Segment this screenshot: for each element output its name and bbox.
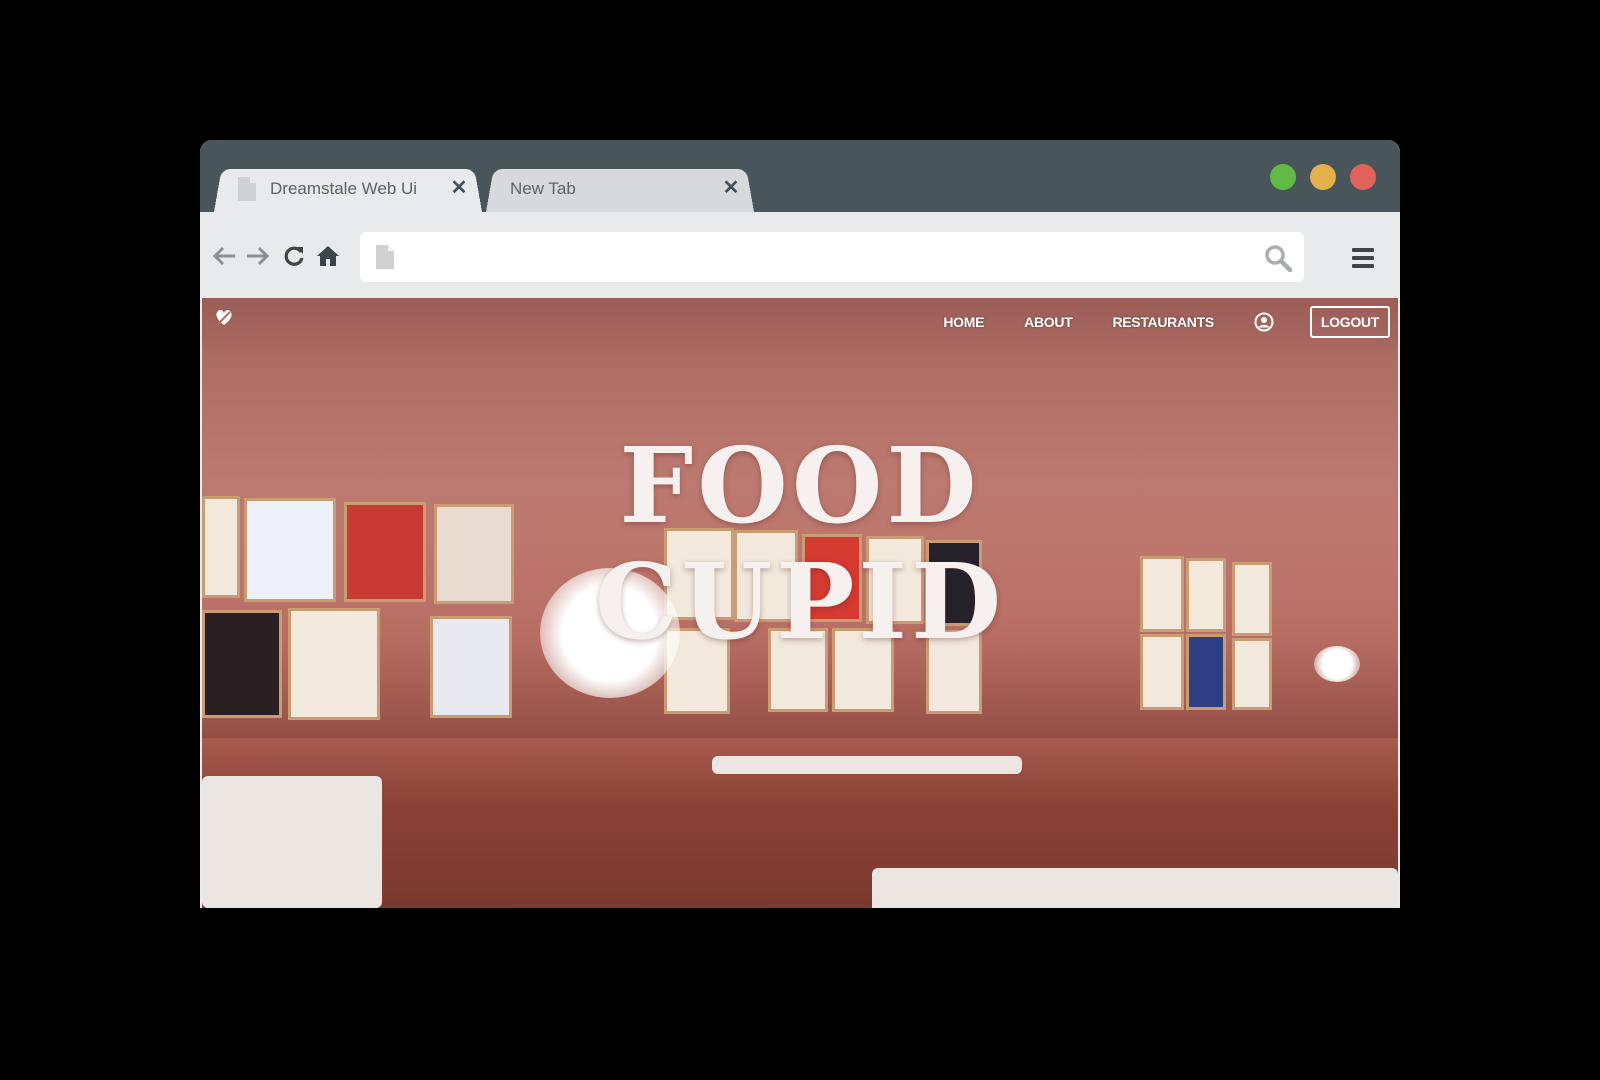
logout-button[interactable]: LOGOUT [1309,306,1390,338]
arrow-right-icon [247,246,270,266]
tab-dreamstale[interactable]: Dreamstale Web Ui ✕ [214,166,482,212]
heart-logo-icon[interactable] [214,308,234,328]
hero-title-line-1: FOOD [619,424,981,547]
nav-restaurants-link[interactable]: RESTAURANTS [1112,314,1214,330]
background-table [872,868,1398,908]
hamburger-menu-icon[interactable] [1352,248,1374,268]
reload-icon [284,246,304,266]
nav-home-link[interactable]: HOME [943,314,984,330]
hero-title-line-2: CUPID [594,540,1006,663]
address-bar[interactable] [360,232,1304,282]
background-table [202,776,382,908]
web-page: HOME ABOUT RESTAURANTS LOGOUT FOOD CUPID [202,298,1398,908]
site-navigation: HOME ABOUT RESTAURANTS LOGOUT [943,306,1390,338]
tab-title: New Tab [510,179,576,198]
close-icon[interactable]: ✕ [448,177,470,199]
tab-new-tab[interactable]: New Tab ✕ [486,166,754,212]
arrow-left-icon [212,246,235,266]
reload-button[interactable] [280,242,308,270]
browser-window: Dreamstale Web Ui ✕ New Tab ✕ HOME ABOUT… [200,140,1400,908]
home-icon [317,246,339,266]
tab-title: Dreamstale Web Ui [270,179,418,198]
home-button[interactable] [314,242,342,270]
nav-about-link[interactable]: ABOUT [1024,314,1073,330]
back-button[interactable] [210,242,238,270]
title-bar: Dreamstale Web Ui ✕ New Tab ✕ [200,140,1400,212]
page-icon [238,177,256,201]
user-account-icon[interactable] [1254,312,1274,332]
search-icon[interactable] [1264,244,1292,272]
maximize-button[interactable] [1270,164,1296,190]
hero-title: FOOD CUPID [202,428,1398,660]
close-icon[interactable]: ✕ [720,177,742,199]
url-input[interactable] [412,240,1232,274]
browser-toolbar [200,212,1400,298]
window-controls [1270,164,1376,190]
minimize-button[interactable] [1310,164,1336,190]
close-window-button[interactable] [1350,164,1376,190]
background-table [712,756,1022,774]
forward-button[interactable] [244,242,272,270]
page-icon [376,245,394,269]
